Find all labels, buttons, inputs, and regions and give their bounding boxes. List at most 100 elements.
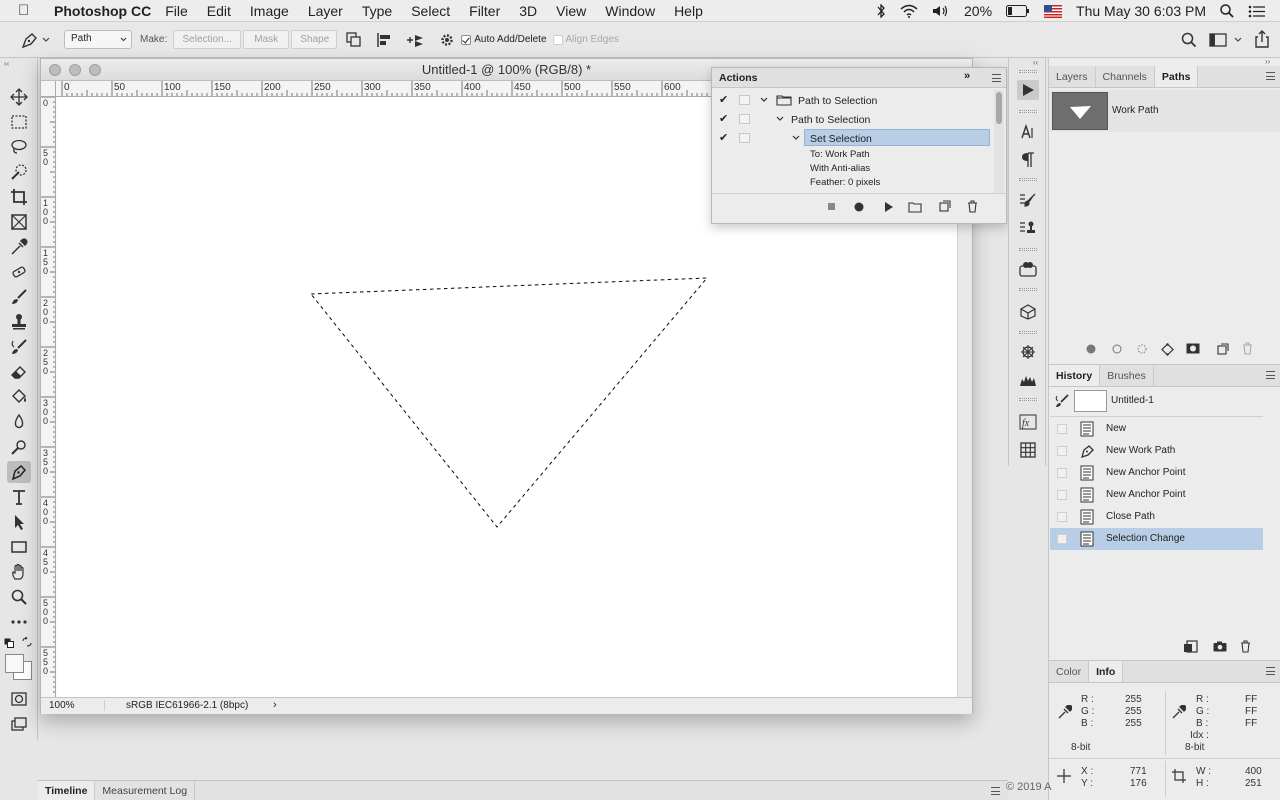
tab-paths[interactable]: Paths bbox=[1154, 66, 1199, 87]
menu-layer[interactable]: Layer bbox=[308, 3, 343, 19]
toggle-dialog-box[interactable] bbox=[739, 133, 750, 143]
history-state-row-selected[interactable]: Selection Change bbox=[1050, 528, 1263, 550]
battery-percent[interactable]: 20% bbox=[964, 3, 992, 19]
history-source-box[interactable] bbox=[1057, 512, 1067, 522]
history-brush-tool-icon[interactable] bbox=[7, 336, 31, 358]
eyedropper-icon[interactable] bbox=[1172, 705, 1186, 719]
lasso-tool-icon[interactable] bbox=[7, 136, 31, 158]
styles-fx-icon[interactable]: fx bbox=[1017, 412, 1039, 432]
new-document-from-state-icon[interactable] bbox=[1183, 640, 1199, 654]
make-work-path-icon[interactable] bbox=[1161, 343, 1174, 356]
path-selection-tool-icon[interactable] bbox=[7, 511, 31, 533]
history-source-box[interactable] bbox=[1057, 534, 1067, 544]
foreground-color-swatch[interactable] bbox=[5, 654, 24, 673]
toggle-item-check-icon[interactable]: ✔ bbox=[719, 93, 728, 106]
toggle-item-check-icon[interactable]: ✔ bbox=[719, 131, 728, 144]
eyedropper-icon[interactable] bbox=[1058, 705, 1072, 719]
status-menu-arrow-icon[interactable]: › bbox=[273, 699, 277, 711]
notification-center-icon[interactable] bbox=[1248, 5, 1266, 18]
clone-source-icon[interactable] bbox=[1017, 218, 1039, 238]
new-set-folder-icon[interactable] bbox=[908, 201, 922, 213]
bluetooth-icon[interactable] bbox=[876, 4, 886, 18]
path-item-row[interactable]: Work Path bbox=[1049, 90, 1280, 132]
spotlight-search-icon[interactable] bbox=[1220, 4, 1234, 18]
actions-panel-title[interactable]: Actions bbox=[719, 72, 758, 84]
path-operations-icon[interactable] bbox=[345, 31, 363, 49]
paragraph-panel-icon[interactable] bbox=[1017, 150, 1039, 170]
brush-settings-icon[interactable] bbox=[1017, 190, 1039, 210]
info-panel-menu-icon[interactable] bbox=[1266, 667, 1275, 675]
brush-tool-icon[interactable] bbox=[7, 286, 31, 308]
frame-tool-icon[interactable] bbox=[7, 211, 31, 233]
toggle-dialog-box[interactable] bbox=[739, 114, 750, 124]
menu-file[interactable]: File bbox=[165, 3, 188, 19]
menu-window[interactable]: Window bbox=[605, 3, 655, 19]
3d-panel-icon[interactable] bbox=[1017, 302, 1039, 322]
eyedropper-tool-icon[interactable] bbox=[7, 236, 31, 258]
chevron-down-icon[interactable] bbox=[776, 116, 784, 122]
play-selection-icon[interactable] bbox=[884, 202, 894, 212]
libraries-panel-icon[interactable] bbox=[1017, 259, 1039, 279]
history-source-box[interactable] bbox=[1057, 468, 1067, 478]
panel-collapse-arrows[interactable]: ‹‹ bbox=[1033, 58, 1038, 67]
tab-measurement-log[interactable]: Measurement Log bbox=[95, 781, 196, 800]
menu-edit[interactable]: Edit bbox=[207, 3, 231, 19]
toggle-item-check-icon[interactable]: ✔ bbox=[719, 112, 728, 125]
tab-channels[interactable]: Channels bbox=[1096, 66, 1155, 87]
make-mask-button[interactable]: Mask bbox=[243, 30, 290, 49]
battery-icon[interactable] bbox=[1006, 5, 1030, 17]
actions-panel-menu-icon[interactable] bbox=[992, 74, 1001, 82]
zoom-window-button[interactable] bbox=[89, 64, 101, 76]
record-icon[interactable] bbox=[854, 202, 864, 212]
default-colors-icon[interactable] bbox=[4, 638, 14, 648]
type-tool-icon[interactable] bbox=[7, 486, 31, 508]
stop-recording-icon[interactable] bbox=[828, 203, 836, 211]
navigator-wheel-icon[interactable] bbox=[1017, 342, 1039, 362]
swatches-grid-icon[interactable] bbox=[1017, 440, 1039, 460]
character-panel-icon[interactable] bbox=[1017, 122, 1039, 142]
bottom-panel-menu-icon[interactable] bbox=[991, 787, 1000, 795]
app-menu[interactable]: Photoshop CC bbox=[54, 3, 151, 19]
trash-icon[interactable] bbox=[1242, 342, 1253, 355]
history-source-box[interactable] bbox=[1057, 446, 1067, 456]
tool-mode-select[interactable]: Path bbox=[64, 30, 132, 49]
panel-collapse-arrows[interactable]: ›› bbox=[1265, 57, 1270, 66]
history-snapshot-row[interactable]: Untitled-1 bbox=[1050, 388, 1263, 414]
chevron-down-icon[interactable] bbox=[1234, 37, 1242, 43]
vertical-ruler[interactable]: 0 50 100 150 200 250 300 350 400 450 500 550 bbox=[41, 97, 56, 697]
tab-color[interactable]: Color bbox=[1049, 661, 1090, 682]
apple-menu-icon[interactable]:  bbox=[18, 2, 40, 19]
gear-icon[interactable] bbox=[439, 32, 455, 48]
toggle-dialog-box[interactable] bbox=[739, 95, 750, 105]
history-state-row[interactable]: New Work Path bbox=[1050, 440, 1263, 462]
screen-mode-icon[interactable] bbox=[7, 713, 31, 735]
actions-scrollbar[interactable] bbox=[994, 90, 1004, 193]
chevron-down-icon[interactable] bbox=[42, 37, 50, 43]
new-action-icon[interactable] bbox=[939, 200, 951, 212]
tab-history[interactable]: History bbox=[1049, 365, 1101, 386]
chevron-down-icon[interactable] bbox=[792, 135, 800, 141]
minimize-window-button[interactable] bbox=[69, 64, 81, 76]
us-flag-icon[interactable] bbox=[1044, 4, 1063, 18]
pen-tool-preset-icon[interactable] bbox=[20, 30, 40, 50]
zoom-level[interactable]: 100% bbox=[49, 700, 105, 711]
panel-collapse-arrows[interactable]: ‹‹ bbox=[4, 59, 9, 68]
make-shape-button[interactable]: Shape bbox=[291, 30, 338, 49]
chevron-down-icon[interactable] bbox=[760, 97, 768, 103]
workspace-switcher-icon[interactable] bbox=[1209, 33, 1227, 47]
hand-tool-icon[interactable] bbox=[7, 561, 31, 583]
menu-type[interactable]: Type bbox=[362, 3, 392, 19]
camera-snapshot-icon[interactable] bbox=[1213, 641, 1227, 652]
auto-add-delete-checkbox[interactable] bbox=[461, 34, 472, 45]
history-source-box[interactable] bbox=[1057, 424, 1067, 434]
history-panel-menu-icon[interactable] bbox=[1266, 371, 1275, 379]
paths-panel-menu-icon[interactable] bbox=[1266, 72, 1275, 80]
action-step-row[interactable]: ✔ Set Selection bbox=[712, 129, 994, 147]
load-path-as-selection-icon[interactable] bbox=[1137, 344, 1147, 354]
quick-selection-tool-icon[interactable] bbox=[7, 161, 31, 183]
histogram-icon[interactable] bbox=[1017, 370, 1039, 390]
clone-stamp-tool-icon[interactable] bbox=[7, 311, 31, 333]
pen-tool-icon[interactable] bbox=[7, 461, 31, 483]
dodge-tool-icon[interactable] bbox=[7, 436, 31, 458]
path-arrangement-icon[interactable] bbox=[405, 31, 425, 49]
